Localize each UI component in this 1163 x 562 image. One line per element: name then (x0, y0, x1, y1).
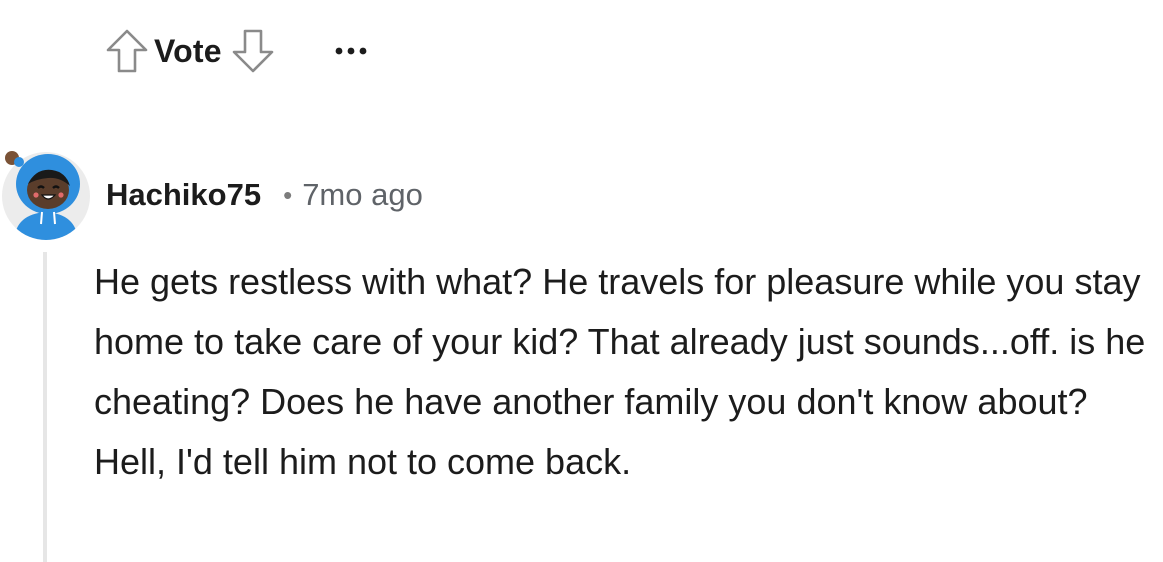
snoo-avatar-icon (2, 151, 90, 240)
ellipsis-icon (335, 47, 367, 55)
comment-timestamp[interactable]: 7mo ago (302, 177, 423, 213)
comment-meta: Hachiko75 • 7mo ago (106, 172, 423, 218)
downvote-button[interactable] (226, 24, 280, 78)
meta-separator: • (283, 179, 293, 210)
vote-bar: Vote (100, 22, 380, 80)
comment-body: He gets restless with what? He travels f… (94, 261, 1146, 482)
arrow-down-icon (232, 29, 274, 73)
upvote-button[interactable] (100, 24, 154, 78)
comment-author[interactable]: Hachiko75 (106, 177, 261, 213)
vote-label: Vote (154, 32, 222, 69)
arrow-up-icon (106, 29, 148, 73)
thread-line[interactable] (43, 252, 47, 562)
more-options-button[interactable] (322, 24, 380, 78)
avatar[interactable] (0, 144, 92, 240)
